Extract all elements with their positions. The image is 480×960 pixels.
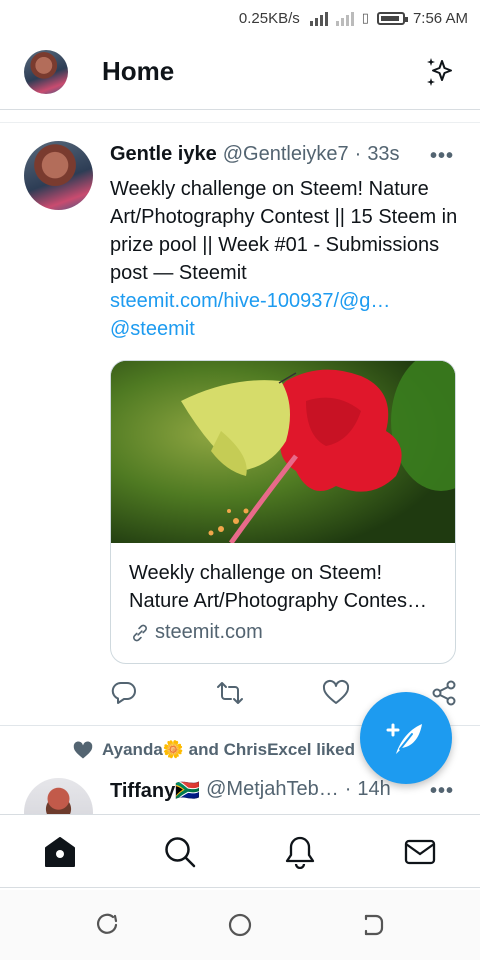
compose-tweet-button[interactable] bbox=[360, 692, 452, 784]
status-bar: 0.25KB/s ▯ 7:56 AM bbox=[0, 0, 480, 36]
more-options-2-icon[interactable]: ••• bbox=[430, 780, 454, 803]
author-2-avatar[interactable] bbox=[24, 778, 93, 814]
tweet-2-header: Tiffany🇿🇦 @MetjahTeb… · 14h bbox=[110, 778, 391, 803]
sparkle-icon[interactable] bbox=[424, 54, 458, 88]
recent-apps-icon[interactable] bbox=[95, 912, 121, 938]
system-navigation bbox=[0, 890, 480, 960]
page-title: Home bbox=[102, 56, 175, 86]
profile-avatar[interactable] bbox=[24, 50, 68, 94]
author-avatar[interactable] bbox=[24, 141, 93, 210]
search-icon[interactable] bbox=[163, 835, 197, 869]
notifications-icon[interactable] bbox=[283, 835, 317, 869]
author-name[interactable]: Gentle iyke bbox=[110, 143, 217, 166]
network-speed: 0.25KB/s bbox=[238, 9, 300, 27]
app-header: Home bbox=[0, 36, 480, 110]
card-domain: steemit.com bbox=[129, 621, 437, 644]
liked-heart-icon bbox=[73, 741, 93, 759]
link-card[interactable]: Weekly challenge on Steem! Nature Art/Ph… bbox=[110, 360, 456, 664]
card-image bbox=[111, 361, 455, 543]
butterfly-flower-image bbox=[111, 361, 455, 543]
clock: 7:56 AM bbox=[412, 9, 468, 27]
link-icon bbox=[133, 624, 147, 641]
signal-2-icon bbox=[335, 10, 354, 26]
reply-icon[interactable] bbox=[110, 679, 138, 707]
tweet-link[interactable]: steemit.com/hive-100937/@g… bbox=[110, 287, 460, 315]
back-icon[interactable] bbox=[360, 912, 386, 938]
like-icon[interactable] bbox=[322, 679, 350, 707]
separator-2: · bbox=[344, 778, 352, 800]
vibrate-icon: ▯ bbox=[361, 10, 369, 25]
messages-icon[interactable] bbox=[403, 835, 437, 869]
tweet-time: 33s bbox=[367, 143, 400, 165]
compose-icon bbox=[386, 723, 422, 754]
retweet-icon[interactable] bbox=[216, 679, 244, 707]
social-context: Ayanda🌼 and ChrisExcel liked bbox=[72, 740, 355, 760]
tweet-header: Gentle iyke @Gentleiyke7 · 33s bbox=[110, 143, 400, 166]
liked-by-text[interactable]: Ayanda🌼 and ChrisExcel liked bbox=[102, 740, 355, 760]
card-title-line-2: Nature Art/Photography Contes… bbox=[129, 590, 427, 612]
author-2-handle[interactable]: @MetjahTeb… bbox=[206, 778, 339, 803]
tweet[interactable]: Gentle iyke @Gentleiyke7 · 33s ••• Weekl… bbox=[0, 122, 480, 726]
tweet-mention[interactable]: @steemit bbox=[110, 315, 460, 343]
tweet-2-time: 14h bbox=[357, 778, 391, 800]
author-2-name[interactable]: Tiffany🇿🇦 bbox=[110, 778, 200, 803]
card-domain-text: steemit.com bbox=[155, 621, 263, 643]
signal-icon bbox=[309, 10, 328, 26]
author-handle[interactable]: @Gentleiyke7 bbox=[223, 143, 349, 166]
home-icon[interactable] bbox=[43, 835, 77, 869]
separator: · bbox=[354, 143, 362, 165]
tweet-text: Weekly challenge on Steem! Nature Art/Ph… bbox=[110, 178, 458, 284]
home-circle-icon[interactable] bbox=[227, 912, 253, 938]
battery-icon bbox=[376, 11, 408, 25]
more-options-icon[interactable]: ••• bbox=[430, 145, 454, 168]
card-title: Weekly challenge on Steem! Nature Art/Ph… bbox=[129, 559, 437, 615]
card-title-line-1: Weekly challenge on Steem! bbox=[129, 562, 383, 584]
bottom-navigation bbox=[0, 814, 480, 888]
